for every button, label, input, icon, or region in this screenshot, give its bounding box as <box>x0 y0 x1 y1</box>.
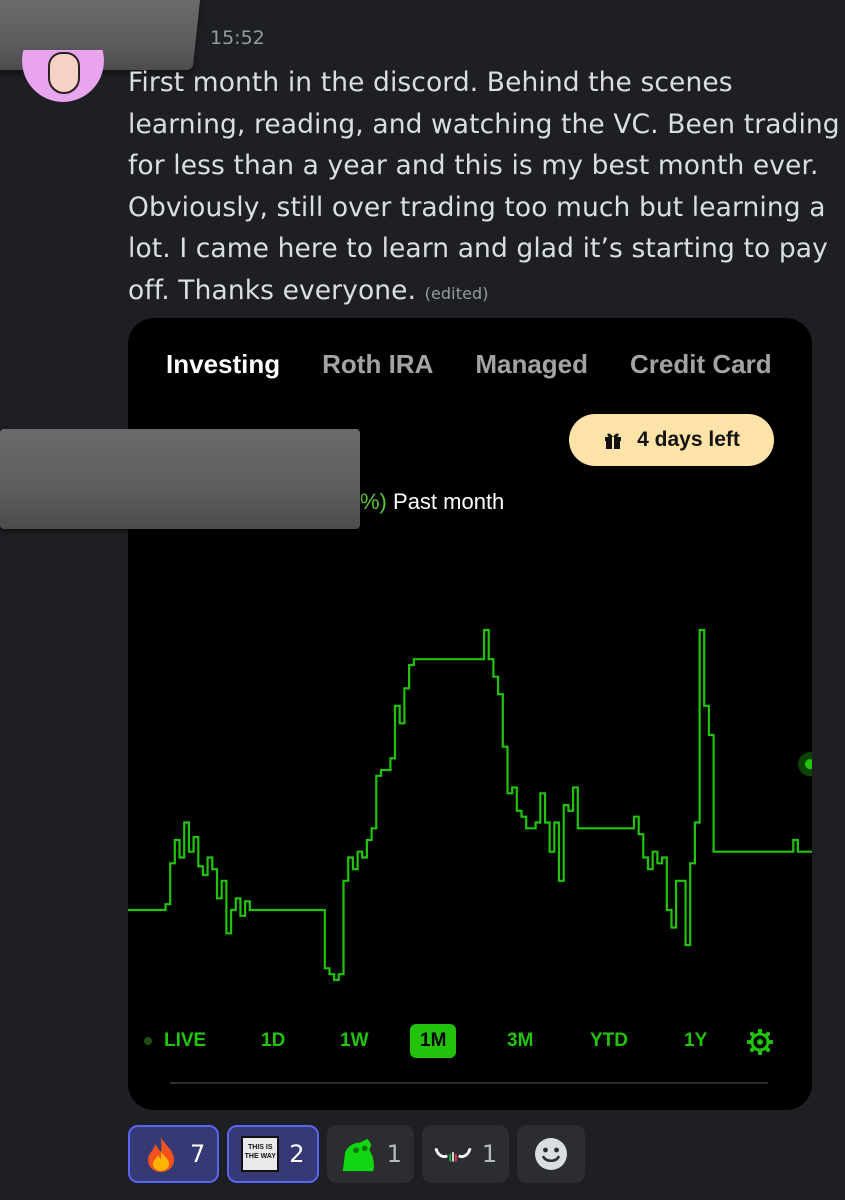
message-content: First month in the discord. Behind the s… <box>128 62 840 314</box>
reaction-green-frog[interactable]: 1 <box>326 1125 414 1183</box>
tab-managed[interactable]: Managed <box>475 349 588 380</box>
fire-emoji <box>142 1135 180 1173</box>
reactions-bar: 7 THIS IS THE WAY 2 1 1 <box>128 1125 586 1185</box>
reaction-this-is-the-way[interactable]: THIS IS THE WAY 2 <box>227 1125 319 1183</box>
gain-percent-tail: %) <box>360 489 387 514</box>
green-frog-emoji <box>339 1135 377 1173</box>
add-reaction-button[interactable] <box>517 1125 586 1183</box>
series-line <box>128 628 812 982</box>
range-3m[interactable]: 3M <box>507 1024 533 1058</box>
range-1y[interactable]: 1Y <box>684 1024 707 1058</box>
message-timestamp: 15:52 <box>210 27 265 49</box>
message-text: First month in the discord. Behind the s… <box>128 67 840 306</box>
tab-credit-card[interactable]: Credit Card <box>630 349 772 380</box>
range-1w[interactable]: 1W <box>340 1024 369 1058</box>
redaction-block-middle <box>0 429 360 529</box>
portfolio-line-chart[interactable] <box>128 608 812 1028</box>
reaction-count: 2 <box>289 1140 305 1168</box>
avatar[interactable] <box>22 50 104 102</box>
time-range-selector: LIVE 1D 1W 1M 3M YTD 1Y <box>128 1024 812 1058</box>
reaction-bull[interactable]: 1 <box>421 1125 510 1183</box>
range-1d[interactable]: 1D <box>261 1024 285 1058</box>
divider <box>170 1082 768 1084</box>
range-ytd[interactable]: YTD <box>590 1024 628 1058</box>
reaction-count: 7 <box>190 1140 206 1168</box>
tab-roth-ira[interactable]: Roth IRA <box>322 349 433 380</box>
reaction-count: 1 <box>386 1140 402 1168</box>
promo-pill[interactable]: 4 days left <box>569 414 774 466</box>
reaction-count: 1 <box>481 1140 498 1168</box>
range-live[interactable]: LIVE <box>164 1024 206 1058</box>
promo-label: 4 days left <box>637 428 740 451</box>
gain-period: Past month <box>393 489 505 514</box>
gift-icon <box>605 433 622 449</box>
gear-icon[interactable] <box>747 1029 773 1055</box>
tab-investing[interactable]: Investing <box>166 349 280 380</box>
bull-emoji <box>434 1135 472 1173</box>
live-dot-icon <box>144 1037 152 1045</box>
this-is-the-way-emoji: THIS IS THE WAY <box>241 1135 280 1173</box>
account-tabs: Investing Roth IRA Managed Credit Card <box>166 349 802 380</box>
smiley-icon <box>535 1138 568 1170</box>
reaction-fire[interactable]: 7 <box>128 1125 220 1183</box>
avatar-face <box>48 52 80 94</box>
gain-summary: %) Past month <box>360 489 504 515</box>
edited-label: (edited) <box>424 283 489 303</box>
range-1m[interactable]: 1M <box>410 1024 457 1058</box>
